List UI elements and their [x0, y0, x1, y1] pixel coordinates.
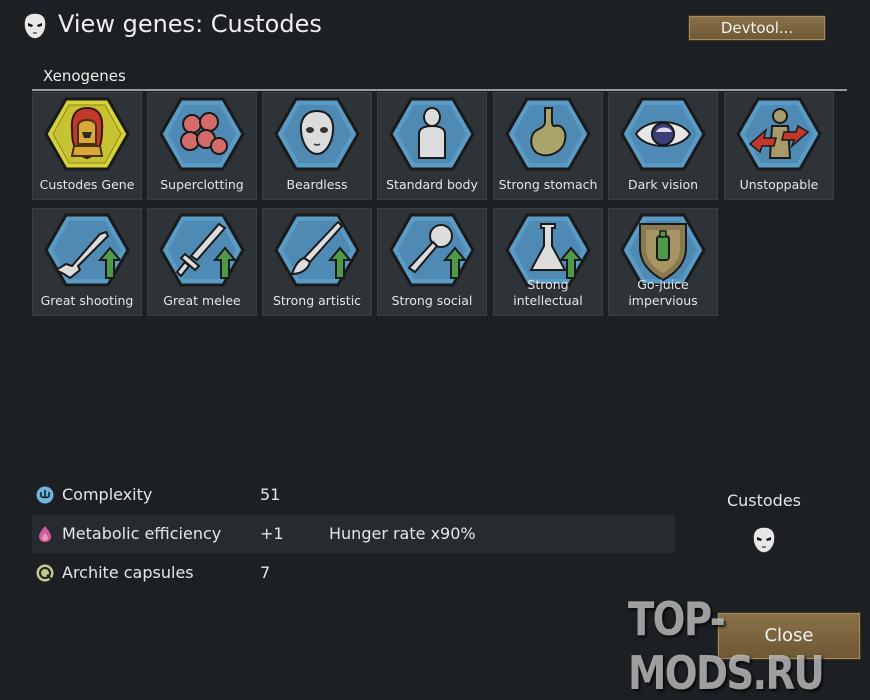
gene-label: Strong stomach [498, 177, 598, 192]
gene-beardless[interactable]: Beardless [262, 92, 372, 200]
microphone-icon [389, 213, 475, 287]
page-title: View genes: Custodes [58, 10, 322, 38]
stat-name: Metabolic efficiency [62, 524, 222, 543]
gene-label: Strong social [391, 293, 473, 308]
gene-unstoppable[interactable]: Unstoppable [724, 92, 834, 200]
gene-dark-vision[interactable]: Dark vision [608, 92, 718, 200]
gene-go-juice-impervious[interactable]: Go-juice impervious [608, 208, 718, 316]
gene-great-melee[interactable]: Great melee [147, 208, 257, 316]
xenotype-name: Custodes [726, 491, 802, 510]
unstoppable-icon [736, 97, 822, 171]
stat-row-archite-capsules: Archite capsules 7 [32, 554, 675, 592]
complexity-icon [36, 486, 54, 504]
gene-label: Superclotting [160, 177, 244, 192]
gene-label: Go-juice impervious [628, 277, 698, 308]
gene-great-shooting[interactable]: Great shooting [32, 208, 142, 316]
stat-name: Archite capsules [62, 563, 194, 582]
watermark: TOP-MODS.RU [628, 592, 825, 700]
face-icon [274, 97, 360, 171]
devtool-button[interactable]: Devtool... [688, 15, 826, 41]
rifle-icon [44, 213, 130, 287]
gene-label: Unstoppable [739, 177, 819, 192]
xenotype-mask-icon [23, 12, 47, 40]
sword-icon [159, 213, 245, 287]
gene-label: Great melee [163, 293, 241, 308]
gene-label: Dark vision [627, 177, 699, 192]
archite-icon [36, 564, 54, 582]
gene-standard-body[interactable]: Standard body [377, 92, 487, 200]
section-divider [32, 89, 847, 91]
stat-row-metabolic-efficiency: Metabolic efficiency +1 Hunger rate x90% [32, 515, 675, 553]
brush-icon [274, 213, 360, 287]
gene-label: Strong intellectual [513, 277, 583, 308]
stat-value: 7 [260, 563, 271, 582]
stat-value: +1 [260, 524, 284, 543]
stat-value: 51 [260, 485, 281, 504]
section-label-xenogenes: Xenogenes [43, 67, 126, 85]
gene-strong-artistic[interactable]: Strong artistic [262, 208, 372, 316]
blood-cells-icon [159, 97, 245, 171]
gene-label: Custodes Gene [39, 177, 135, 192]
custodes-helmet-icon [44, 97, 130, 171]
gene-superclotting[interactable]: Superclotting [147, 92, 257, 200]
gene-label: Beardless [286, 177, 348, 192]
xenotype-mask-icon [752, 526, 776, 554]
gene-custodes-gene[interactable]: Custodes Gene [32, 92, 142, 200]
metabolism-icon [39, 526, 51, 542]
gene-label: Standard body [386, 177, 478, 192]
gene-label: Great shooting [40, 293, 134, 308]
stat-name: Complexity [62, 485, 153, 504]
gene-label: Strong artistic [272, 293, 362, 308]
gene-strong-intellectual[interactable]: Strong intellectual [493, 208, 603, 316]
stomach-icon [505, 97, 591, 171]
stat-description: Hunger rate x90% [329, 524, 476, 543]
body-icon [389, 97, 475, 171]
gene-strong-social[interactable]: Strong social [377, 208, 487, 316]
stat-row-complexity: Complexity 51 [32, 476, 675, 514]
eye-icon [620, 97, 706, 171]
gene-strong-stomach[interactable]: Strong stomach [493, 92, 603, 200]
